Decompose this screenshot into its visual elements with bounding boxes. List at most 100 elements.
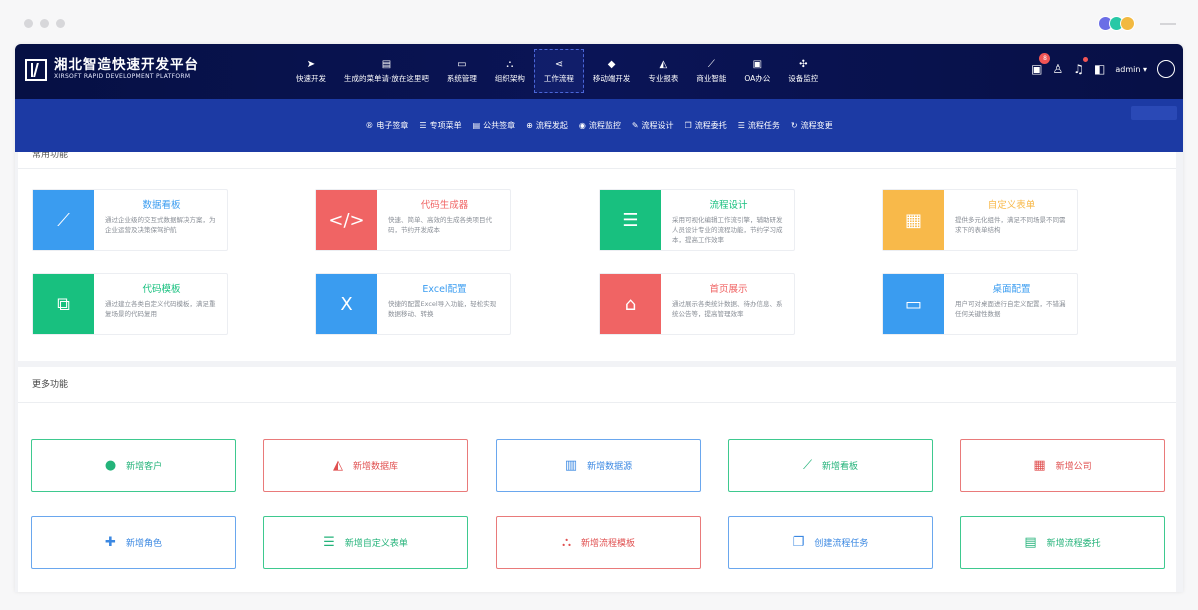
copy-icon: ❐ (684, 121, 692, 130)
bell-icon[interactable]: ♫ (1073, 57, 1089, 76)
card-description: 快速、简单、高效的生成各类项目代码，节约开发成本 (388, 216, 492, 234)
bar-chart-icon: ▥ (564, 458, 578, 473)
subnav-item[interactable]: ▤ 公共签章 (473, 120, 516, 131)
quick-action-button[interactable]: ⛬ 新增流程模板 (496, 516, 701, 569)
cube-icon: ◆ (607, 58, 616, 70)
message-icon[interactable]: ▣ 8 (1031, 53, 1051, 76)
quick-action-button[interactable]: ◭ 新增数据库 (263, 439, 468, 492)
subnav-label: 公共签章 (483, 121, 516, 130)
feature-card[interactable]: ⟋ 数据看板 通过企业级的交互式数据解决方案，为企业运营及决策保驾护航 (32, 189, 228, 251)
excel-icon: X (316, 274, 377, 334)
user-icon: ● (104, 458, 117, 473)
button-label: 新增公司 (1055, 462, 1092, 472)
quick-action-button[interactable]: ❐ 创建流程任务 (728, 516, 933, 569)
menu-item[interactable]: ◆ 移动端开发 (584, 49, 640, 93)
subnav-label: 流程监控 (588, 121, 621, 130)
quick-action-button[interactable]: ● 新增客户 (31, 439, 236, 492)
caret-down-icon: ▾ (1142, 64, 1147, 74)
subnav-item[interactable]: ☰ 专项菜单 (419, 120, 461, 131)
menu-item[interactable]: ▭ 系统管理 (438, 49, 486, 93)
subnav-item[interactable]: ® 电子签章 (365, 120, 408, 131)
menu-item[interactable]: ▣ OA办公 (735, 49, 779, 93)
subnav-label: 专项菜单 (429, 121, 462, 130)
subnav-label: 流程发起 (535, 121, 568, 130)
subnav-label: 流程委托 (694, 121, 727, 130)
language-icon[interactable]: ◧ (1094, 62, 1105, 76)
subnav-item[interactable]: ◉ 流程监控 (579, 120, 621, 131)
user-plus-icon: ✚ (105, 535, 116, 550)
window-dot[interactable] (40, 19, 49, 28)
brand-dot (1120, 16, 1135, 31)
subnav-item[interactable]: ↻ 流程变更 (791, 120, 833, 131)
window-dot[interactable] (24, 19, 33, 28)
menu-label: OA办公 (744, 73, 771, 83)
menu-item[interactable]: ➤ 快速开发 (287, 49, 335, 93)
menu-item[interactable]: ✣ 设备监控 (779, 49, 827, 93)
window-dot[interactable] (56, 19, 65, 28)
quick-action-button[interactable]: ☰ 新增自定义表单 (263, 516, 468, 569)
button-label: 新增流程模板 (581, 539, 636, 549)
subnav-item[interactable]: ❐ 流程委托 (685, 120, 727, 131)
edit-icon: ✎ (631, 121, 639, 130)
subnav-item[interactable]: ✎ 流程设计 (632, 120, 674, 131)
feature-card[interactable]: ☰ 流程设计 采用可视化编辑工作流引擎，辅助研发人员设计专业的流程功能，节约学习成本… (599, 189, 795, 251)
logo[interactable]: 湘北智造快速开发平台 XIRSOFT RAPID DEVELOPMENT PLA… (25, 58, 199, 81)
card-title: Excel配置 (422, 284, 467, 295)
more-title: 更多功能 (18, 367, 1176, 403)
menu-item[interactable]: ◭ 专业报表 (639, 49, 687, 93)
shirt-icon[interactable]: ♙ (1052, 62, 1063, 76)
id-card-icon: ▤ (381, 58, 392, 70)
nav-tools: ▣ 8 ♙ ♫ ◧ admin ▾ (1031, 53, 1175, 78)
menu-label: 组织架构 (494, 73, 525, 83)
paper-plane-icon: ➤ (306, 58, 316, 70)
desktop-icon: ▭ (883, 274, 944, 334)
sliders-icon: ☰ (600, 190, 661, 250)
menu-item[interactable]: ▤ 生成的菜单请·放在这里吧 (335, 49, 438, 93)
subnav-label: 流程设计 (641, 121, 674, 130)
minimize-icon[interactable] (1160, 23, 1176, 25)
more-functions-panel: 更多功能 ● 新增客户 ◭ 新增数据库 ▥ 新增数据源 ⟋ 新增看板 ▦ 新增公司 ✚ 新增角色 ☰ 新增… (18, 367, 1176, 592)
th-list-icon: ☰ (323, 535, 335, 550)
subnav-item[interactable]: ⊕ 流程发起 (526, 120, 568, 131)
button-label: 新增数据源 (587, 462, 633, 472)
quick-action-button[interactable]: ▦ 新增公司 (960, 439, 1165, 492)
logo-title: 湘北智造快速开发平台 (54, 57, 199, 73)
sub-navbar: ® 电子签章 ☰ 专项菜单 ▤ 公共签章 ⊕ 流程发起 ◉ 流程监控 ✎ 流程设计 ❐ 流程委托 ☰ 流程任务… (15, 99, 1183, 152)
button-label: 新增流程委托 (1046, 539, 1101, 549)
avatar[interactable] (1157, 60, 1175, 78)
card-title: 代码生成器 (420, 200, 469, 211)
feature-card[interactable]: X Excel配置 快捷的配置Excel导入功能，轻松实现数据移动、转换 (315, 273, 511, 335)
menu-label: 移动端开发 (592, 73, 631, 83)
button-label: 新增角色 (125, 539, 162, 549)
card-title: 首页展示 (709, 284, 748, 295)
card-title: 代码模板 (142, 284, 181, 295)
feature-card[interactable]: ⌂ 首页展示 通过展示各类统计数据、待办信息、系统公告等，提高管理效率 (599, 273, 795, 335)
quick-action-button[interactable]: ⟋ 新增看板 (728, 439, 933, 492)
button-label: 新增数据库 (352, 462, 398, 472)
quick-action-button[interactable]: ✚ 新增角色 (31, 516, 236, 569)
menu-item[interactable]: ⋖ 工作流程 (533, 49, 584, 93)
feature-card[interactable]: ▭ 桌面配置 用户可对桌面进行自定义配置，不错漏任何关键性数据 (882, 273, 1078, 335)
menu-item[interactable]: ⛬ 组织架构 (486, 49, 534, 93)
quick-action-button[interactable]: ▤ 新增流程委托 (960, 516, 1165, 569)
menu-label: 工作流程 (543, 73, 574, 83)
top-navbar: 湘北智造快速开发平台 XIRSOFT RAPID DEVELOPMENT PLA… (15, 44, 1183, 99)
menu-item[interactable]: ⟋ 商业智能 (687, 49, 735, 93)
card-title: 数据看板 (142, 200, 181, 211)
feature-card[interactable]: </> 代码生成器 快速、简单、高效的生成各类项目代码，节约开发成本 (315, 189, 511, 251)
menu-label: 商业智能 (696, 73, 727, 83)
user-menu[interactable]: admin ▾ (1115, 65, 1147, 74)
sitemap-icon: ⛬ (561, 535, 572, 550)
app-window: 湘北智造快速开发平台 XIRSOFT RAPID DEVELOPMENT PLA… (15, 44, 1183, 592)
feature-card[interactable]: ⧉ 代码模板 通过建立各类自定义代码模板，满足重复场景的代码复用 (32, 273, 228, 335)
line-chart-icon: ⟋ (707, 58, 715, 70)
subnav-item[interactable]: ☰ 流程任务 (738, 120, 780, 131)
calendar-icon: ▤ (472, 121, 481, 130)
window-controls (24, 19, 65, 28)
list-alt-icon: ☰ (737, 121, 745, 130)
feature-card[interactable]: ▦ 自定义表单 提供多元化组件，满足不同场景不同需求下的表单结构 (882, 189, 1078, 251)
monitor-icon: ▭ (457, 58, 467, 70)
quick-action-button[interactable]: ▥ 新增数据源 (496, 439, 701, 492)
card-description: 用户可对桌面进行自定义配置，不错漏任何关键性数据 (955, 300, 1066, 318)
eye-icon: ◉ (578, 121, 586, 130)
